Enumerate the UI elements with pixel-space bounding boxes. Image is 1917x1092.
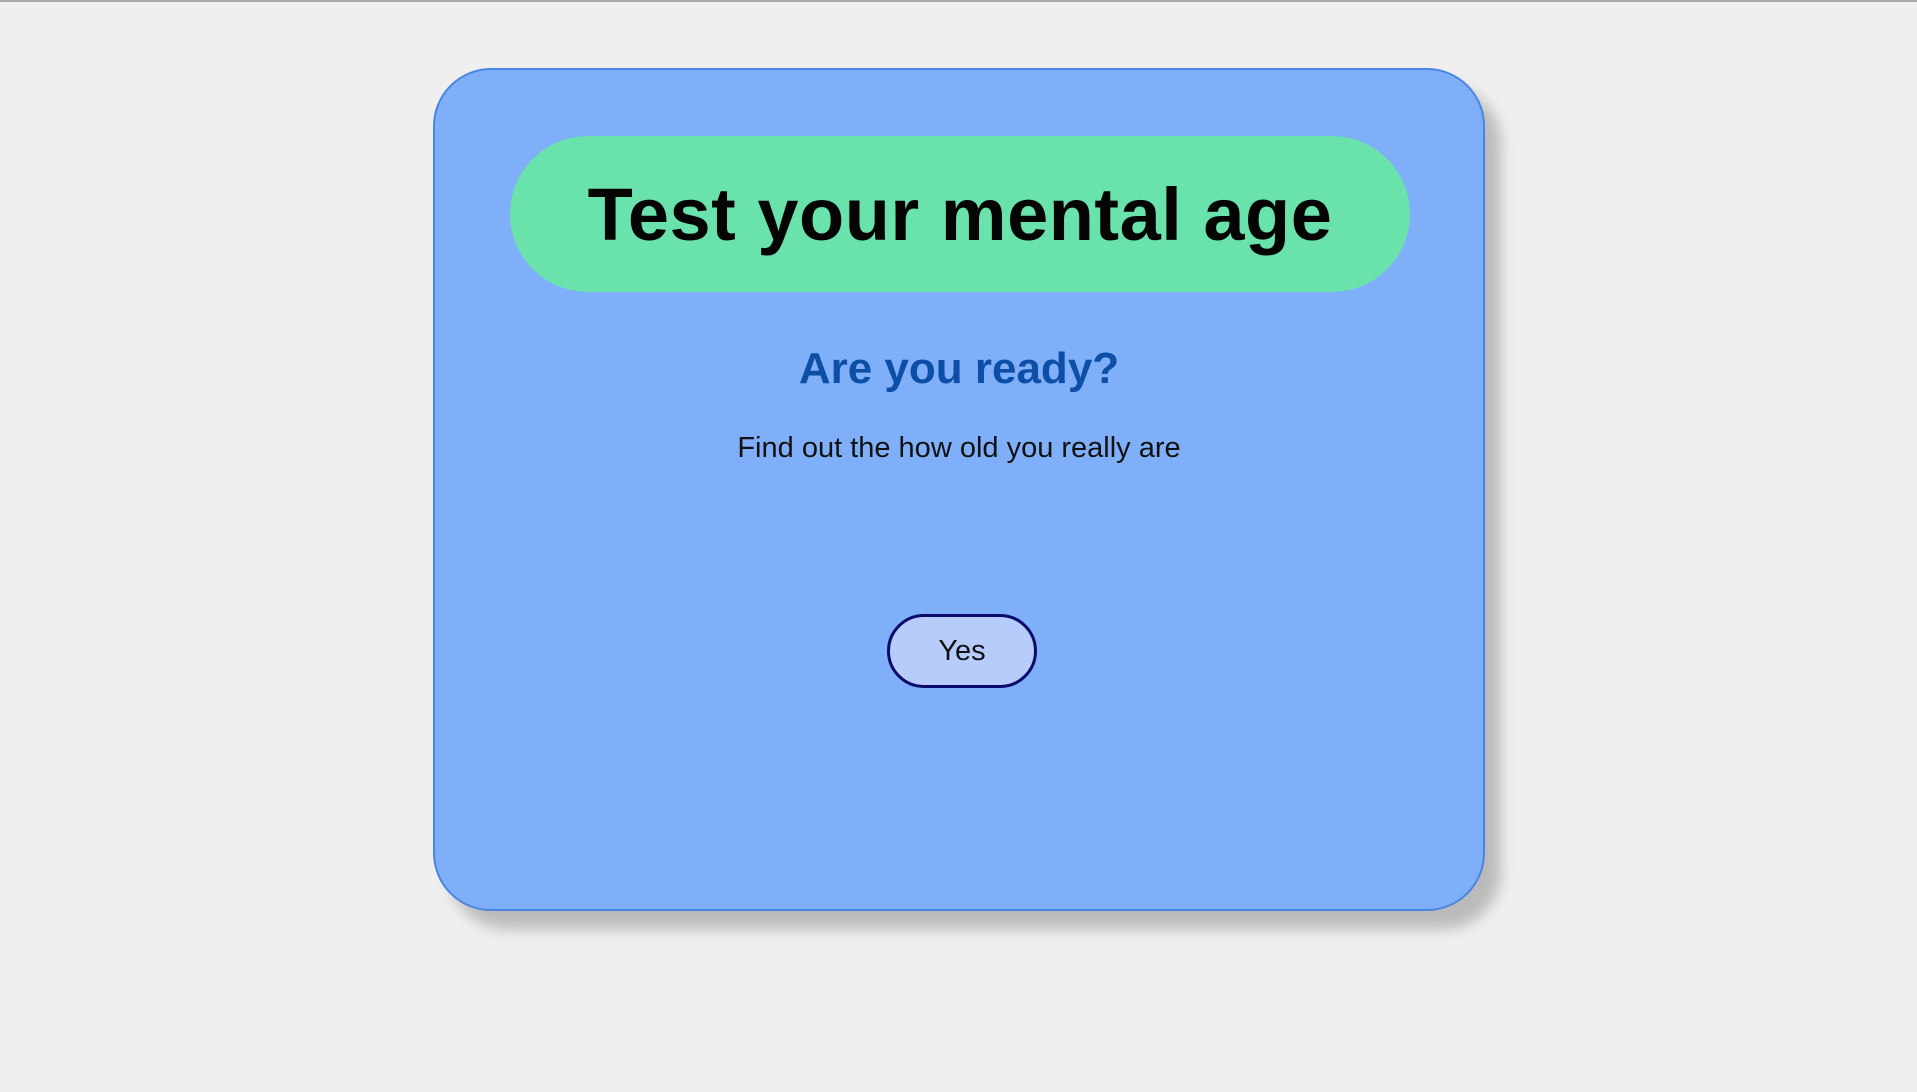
quiz-start-card: Test your mental age Are you ready? Find… — [433, 68, 1485, 911]
yes-button[interactable]: Yes — [887, 614, 1037, 688]
top-border-line — [0, 0, 1917, 2]
ready-heading: Are you ready? — [798, 344, 1120, 393]
quiz-description: Find out the how old you really are — [737, 432, 1181, 464]
title-banner: Test your mental age — [510, 136, 1410, 292]
page-title: Test your mental age — [587, 172, 1333, 256]
